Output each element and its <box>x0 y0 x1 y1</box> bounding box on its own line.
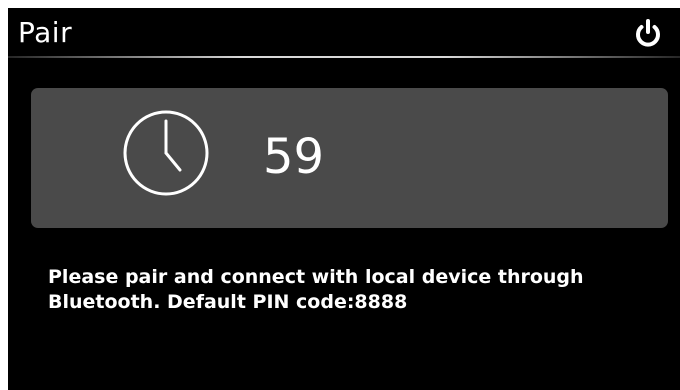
pairing-instructions: Please pair and connect with local devic… <box>48 266 584 313</box>
page-title: Pair <box>18 16 73 49</box>
pair-screen: Pair 59 Please pair and connect with loc… <box>8 8 680 390</box>
header-divider <box>8 56 680 58</box>
countdown-value: 59 <box>263 129 325 185</box>
power-button[interactable] <box>630 16 666 52</box>
header-bar: Pair <box>8 8 680 58</box>
power-icon <box>636 19 660 47</box>
countdown-panel: 59 <box>31 88 668 228</box>
clock-icon <box>123 110 209 196</box>
